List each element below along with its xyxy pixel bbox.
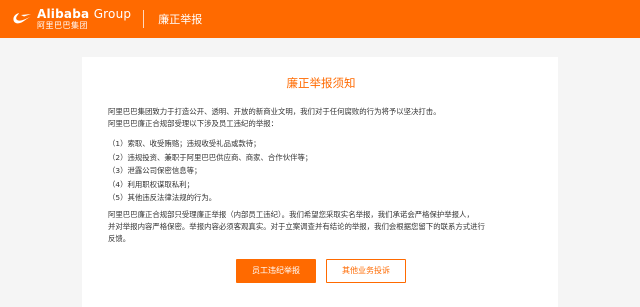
list-item: （3）泄露公司保密信息等； [108,166,202,175]
other-complaint-button[interactable]: 其他业务投诉 [326,258,406,283]
notice-closing-line-1: 阿里巴巴廉正合规部只受理廉正举报（内部员工违纪）。我们希望您采取实名举报，我们承… [108,209,474,219]
alibaba-logo[interactable]: Alibaba Group 阿里巴巴集团 [12,8,131,30]
action-buttons: 员工违纪举报 其他业务投诉 [108,258,534,283]
page-title: 廉正举报 [158,13,203,26]
alibaba-logo-icon [13,13,31,24]
notice-title: 廉正举报须知 [286,76,356,90]
list-item: （4）利用职权谋取私利； [108,179,195,189]
logo-wordmark: Alibaba Group [37,7,132,21]
notice-closing-line-3: 反馈。 [108,233,131,243]
list-item: （5）其他违反法律法规的行为。 [108,193,217,202]
notice-scope: 阿里巴巴廉正合规部受理以下涉及员工违纪的举报： [108,119,278,128]
logo-chinese-name: 阿里巴巴集团 [37,21,88,30]
logo-text: Alibaba Group 阿里巴巴集团 [37,8,131,30]
notice-intro: 阿里巴巴集团致力于打造公开、透明、开放的新商业文明，我们对于任何腐败的行为将予以… [108,107,441,116]
list-item: （1）索取、收受贿赂；违规收受礼品或款待； [108,139,261,148]
list-item: （2）违规投资、兼职于阿里巴巴供应商、商家、合作伙伴等； [108,152,313,162]
employee-report-button[interactable]: 员工违纪举报 [236,258,316,283]
notice-card: 廉正举报须知 阿里巴巴集团致力于打造公开、透明、开放的新商业文明，我们对于任何腐… [82,57,558,307]
violation-list: （1）索取、收受贿赂；违规收受礼品或款待； （2）违规投资、兼职于阿里巴巴供应商… [108,137,534,205]
header-divider [143,10,145,28]
notice-closing-line-2: 并对举报内容严格保密。举报内容必须客观真实。对于立案调查并有结论的举报，我们会根… [108,221,485,231]
top-header: Alibaba Group 阿里巴巴集团 廉正举报 [0,0,640,38]
